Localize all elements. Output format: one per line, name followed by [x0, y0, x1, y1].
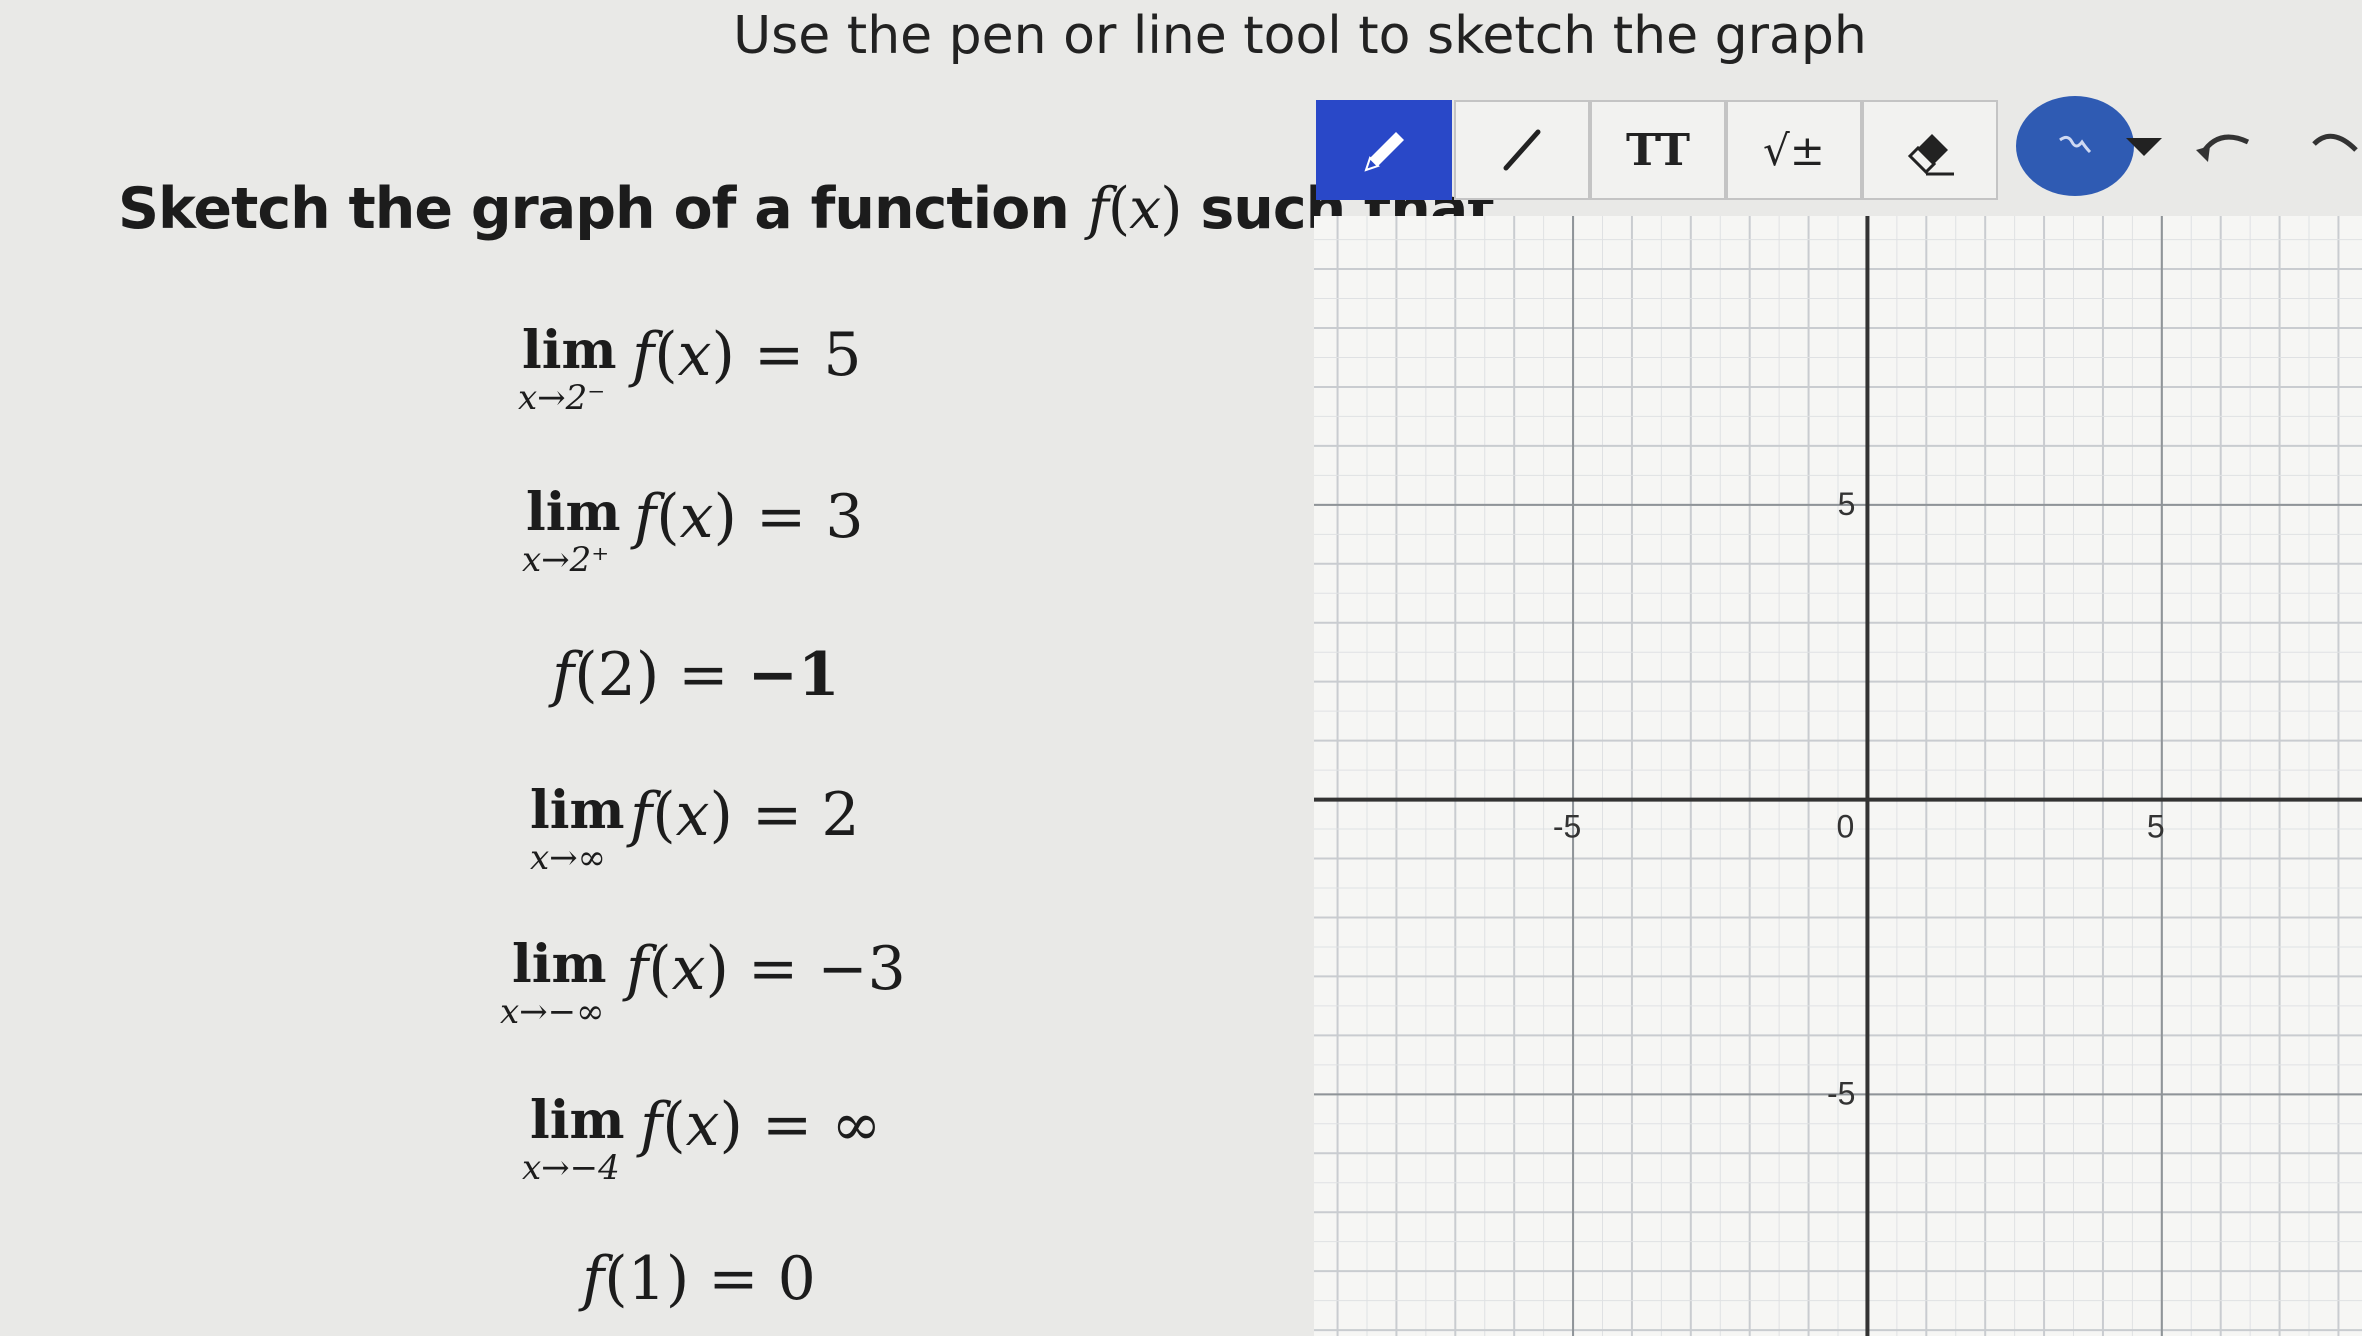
redo-button[interactable] — [2310, 120, 2360, 175]
text-tool-button[interactable]: TT — [1590, 100, 1726, 200]
condition-value: 2 — [821, 780, 860, 850]
lim-subscript: x→∞ — [530, 838, 606, 878]
condition-value: 5 — [823, 320, 862, 390]
lim-subscript: x→2⁻ — [518, 378, 606, 418]
x-tick-label: 0 — [1837, 809, 1855, 845]
lim-label: lim — [530, 780, 625, 841]
eraser-tool-button[interactable] — [1862, 100, 1998, 200]
y-tick-label: -5 — [1827, 1075, 1855, 1111]
heading-function: f(x) — [1087, 176, 1183, 242]
color-picker-icon — [2059, 135, 2092, 154]
text-icon: TT — [1626, 124, 1690, 176]
y-tick-label: 5 — [1838, 486, 1856, 522]
lim-label: lim — [512, 934, 607, 995]
lim-label: lim — [530, 1090, 625, 1151]
instruction-text: Use the pen or line tool to sketch the g… — [733, 6, 1867, 66]
undo-icon — [2196, 134, 2250, 162]
eraser-icon — [1907, 134, 1954, 176]
x-tick-label: -5 — [1553, 809, 1581, 845]
line-icon — [1503, 129, 1541, 171]
condition-value: −1 — [747, 640, 840, 710]
redo-icon — [2312, 133, 2358, 152]
lim-label: lim — [526, 482, 621, 543]
color-picker-button[interactable] — [2016, 96, 2134, 196]
color-dropdown-button[interactable] — [2122, 134, 2166, 163]
math-icon: √± — [1763, 125, 1825, 175]
heading-lead: Sketch the graph of a function — [118, 176, 1088, 242]
x-tick-label: 5 — [2147, 809, 2165, 845]
math-tool-button[interactable]: √± — [1726, 100, 1862, 200]
dropdown-icon — [2126, 138, 2162, 156]
condition-value: 3 — [825, 482, 864, 552]
condition-value: −3 — [817, 934, 906, 1004]
condition-value: ∞ — [831, 1090, 882, 1160]
condition-value-at-2: f(2) = −1 — [552, 640, 840, 710]
pen-icon — [1364, 132, 1404, 172]
graph-canvas[interactable]: -5 0 5 5 -5 — [1314, 216, 2362, 1336]
lim-subscript: x→−∞ — [500, 992, 605, 1032]
line-tool-button[interactable] — [1454, 100, 1590, 200]
lim-subscript: x→−4 — [522, 1148, 620, 1188]
condition-value: 0 — [777, 1244, 816, 1314]
lim-label: lim — [522, 320, 617, 381]
lim-subscript: x→2⁺ — [522, 540, 610, 580]
condition-value-at-1: f(1) = 0 — [582, 1244, 816, 1314]
pen-tool-button[interactable] — [1316, 100, 1452, 200]
undo-button[interactable] — [2196, 120, 2256, 175]
